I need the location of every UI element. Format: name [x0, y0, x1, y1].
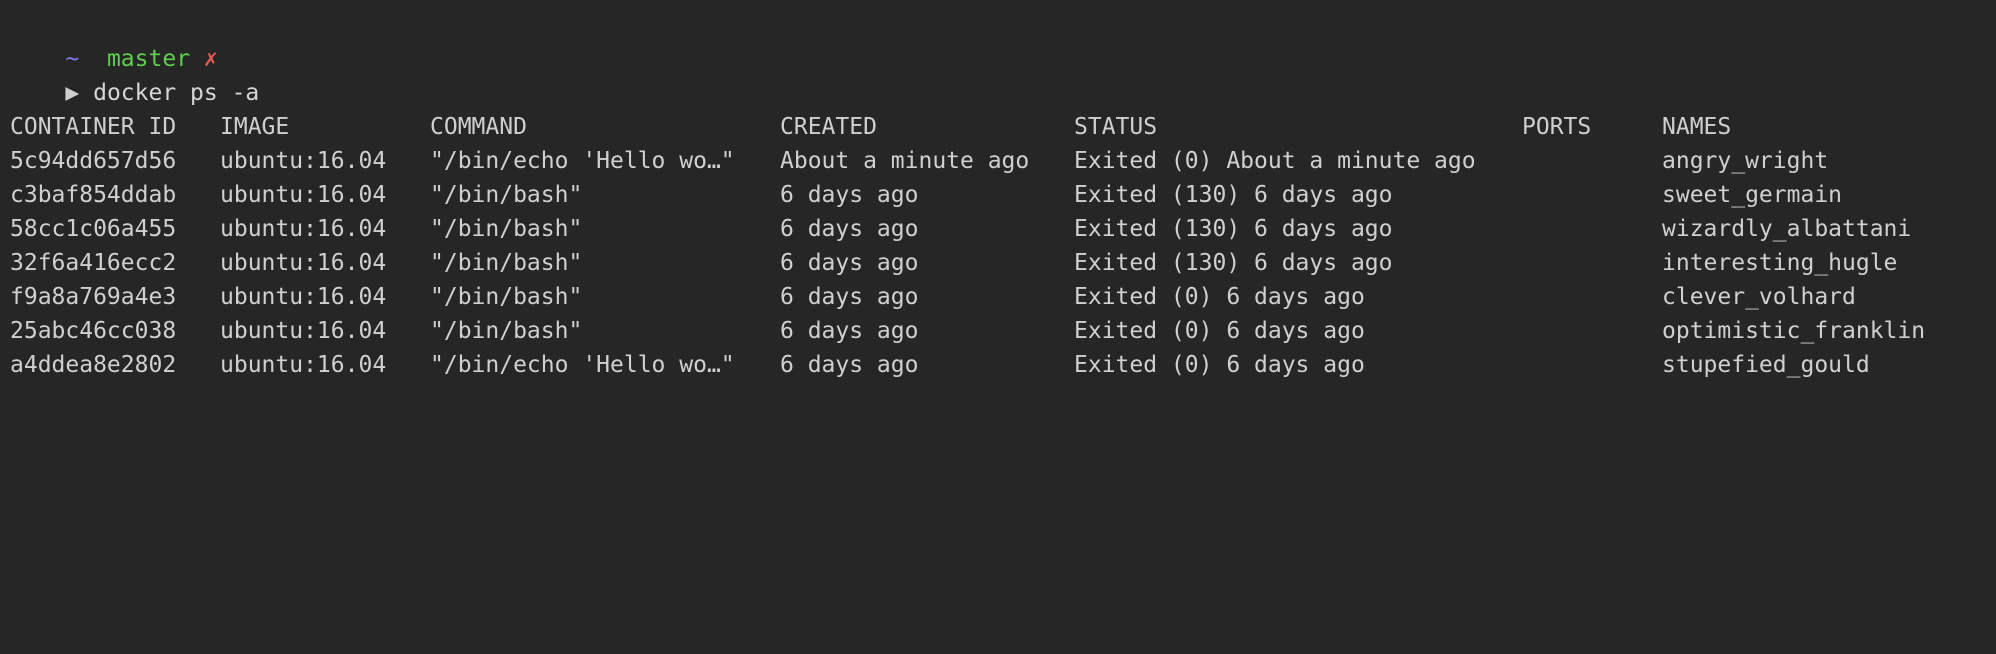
table-row: f9a8a769a4e3 ubuntu:16.04 "/bin/bash" 6 … [10, 280, 1996, 314]
cell-image: ubuntu:16.04 [220, 182, 387, 208]
git-branch: master [106, 46, 191, 72]
cell-container-id: 32f6a416ecc2 [10, 250, 177, 276]
cell-created: 6 days ago [780, 318, 919, 344]
table-row: c3baf854ddab ubuntu:16.04 "/bin/bash" 6 … [10, 178, 1996, 212]
cell-status: Exited (0) 6 days ago [1074, 284, 1365, 310]
cell-created: 6 days ago [780, 284, 919, 310]
header-created: CREATED [780, 114, 877, 140]
dirty-marker: ✗ [203, 46, 218, 72]
cell-names: sweet_germain [1662, 182, 1843, 208]
cell-container-id: 58cc1c06a455 [10, 216, 177, 242]
header-container-id: CONTAINER ID [10, 114, 177, 140]
cell-image: ubuntu:16.04 [220, 148, 387, 174]
header-image: IMAGE [220, 114, 290, 140]
cell-image: ubuntu:16.04 [220, 318, 387, 344]
table-row: 32f6a416ecc2 ubuntu:16.04 "/bin/bash" 6 … [10, 246, 1996, 280]
cell-status: Exited (130) 6 days ago [1074, 216, 1393, 242]
cell-status: Exited (0) About a minute ago [1074, 148, 1476, 174]
home-dir-symbol: ~ [65, 46, 80, 72]
cell-command: "/bin/echo 'Hello wo…" [430, 352, 735, 378]
cell-names: stupefied_gould [1662, 352, 1870, 378]
cell-status: Exited (130) 6 days ago [1074, 250, 1393, 276]
header-ports: PORTS [1522, 114, 1592, 140]
container-table: CONTAINER ID IMAGE COMMAND CREATED STATU… [10, 110, 1996, 382]
cell-command: "/bin/bash" [430, 284, 583, 310]
table-header-row: CONTAINER ID IMAGE COMMAND CREATED STATU… [10, 110, 1996, 144]
command-text: docker ps -a [93, 80, 260, 106]
cell-created: 6 days ago [780, 250, 919, 276]
header-command: COMMAND [430, 114, 527, 140]
cell-created: 6 days ago [780, 182, 919, 208]
cell-names: optimistic_franklin [1662, 318, 1926, 344]
cell-names: interesting_hugle [1662, 250, 1898, 276]
cell-command: "/bin/bash" [430, 216, 583, 242]
cell-container-id: 5c94dd657d56 [10, 148, 177, 174]
cell-command: "/bin/bash" [430, 182, 583, 208]
cell-command: "/bin/echo 'Hello wo…" [430, 148, 735, 174]
cell-names: angry_wright [1662, 148, 1829, 174]
table-row: a4ddea8e2802 ubuntu:16.04 "/bin/echo 'He… [10, 348, 1996, 382]
cell-status: Exited (130) 6 days ago [1074, 182, 1393, 208]
cell-container-id: f9a8a769a4e3 [10, 284, 177, 310]
cell-container-id: 25abc46cc038 [10, 318, 177, 344]
cell-status: Exited (0) 6 days ago [1074, 352, 1365, 378]
cell-command: "/bin/bash" [430, 250, 583, 276]
header-names: NAMES [1662, 114, 1732, 140]
cell-image: ubuntu:16.04 [220, 216, 387, 242]
cell-names: clever_volhard [1662, 284, 1856, 310]
cell-image: ubuntu:16.04 [220, 352, 387, 378]
command-line: ▶ docker ps -a [10, 42, 1996, 106]
cell-command: "/bin/bash" [430, 318, 583, 344]
cell-container-id: a4ddea8e2802 [10, 352, 177, 378]
table-row: 25abc46cc038 ubuntu:16.04 "/bin/bash" 6 … [10, 314, 1996, 348]
prompt-arrow-icon: ▶ [65, 80, 80, 106]
prompt-line: ~ master ✗ [10, 8, 1996, 72]
cell-image: ubuntu:16.04 [220, 250, 387, 276]
cell-container-id: c3baf854ddab [10, 182, 177, 208]
cell-created: About a minute ago [780, 148, 1030, 174]
terminal-window[interactable]: ~ master ✗ ▶ docker ps -a CONTAINER ID I… [10, 8, 1996, 404]
cell-image: ubuntu:16.04 [220, 284, 387, 310]
cell-status: Exited (0) 6 days ago [1074, 318, 1365, 344]
table-row: 5c94dd657d56 ubuntu:16.04 "/bin/echo 'He… [10, 144, 1996, 178]
cell-created: 6 days ago [780, 352, 919, 378]
header-status: STATUS [1074, 114, 1158, 140]
cell-created: 6 days ago [780, 216, 919, 242]
table-row: 58cc1c06a455 ubuntu:16.04 "/bin/bash" 6 … [10, 212, 1996, 246]
cell-names: wizardly_albattani [1662, 216, 1912, 242]
